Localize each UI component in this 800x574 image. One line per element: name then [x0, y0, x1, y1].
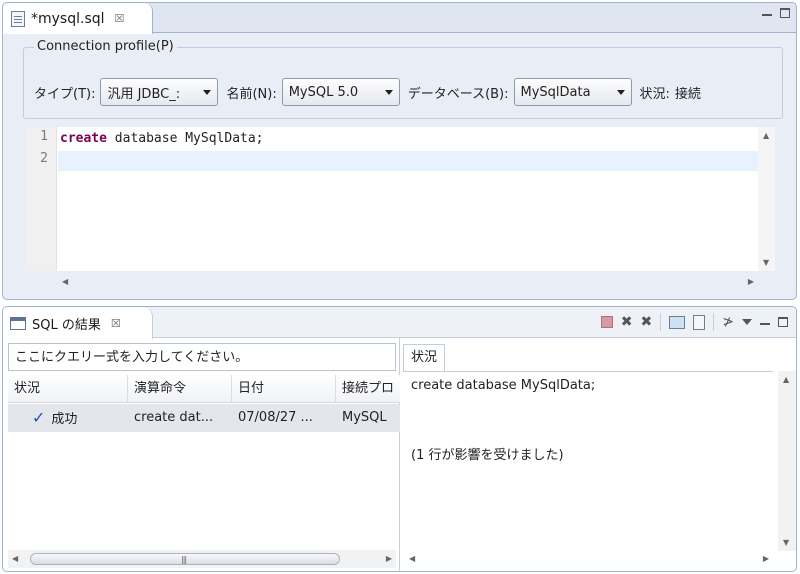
column-header-date[interactable]: 日付	[232, 375, 336, 403]
code-line[interactable]: create database MySqlData;	[58, 129, 758, 149]
stop-icon[interactable]	[600, 316, 613, 328]
results-tab-title: SQL の結果	[32, 317, 101, 333]
results-view-icon	[10, 316, 26, 330]
scroll-left-icon[interactable]: ◀	[409, 554, 415, 563]
detail-vertical-scrollbar[interactable]: ▲ ▼	[778, 371, 796, 551]
scroll-right-icon[interactable]: ▶	[386, 554, 392, 563]
query-filter-input[interactable]	[8, 343, 396, 371]
chevron-down-icon	[616, 89, 625, 95]
status-message-line: create database MySqlData;	[411, 378, 596, 393]
database-label: データベース(B):	[407, 86, 509, 102]
name-select-value: MySQL 5.0	[288, 84, 359, 100]
connection-profile-row: タイプ(T): 汎用 JDBC_: 名前(N): MySQL 5.0 データベー…	[34, 78, 706, 106]
maximize-icon[interactable]	[778, 317, 788, 327]
tab-mysql-sql[interactable]: *mysql.sql ☒	[3, 3, 153, 34]
status-message-line: (1 行が影響を受けました)	[411, 448, 564, 463]
name-select[interactable]: MySQL 5.0	[281, 78, 400, 106]
operation-cell: create dat...	[134, 410, 214, 425]
minimize-icon[interactable]	[762, 8, 772, 18]
scroll-right-icon[interactable]: ▶	[748, 277, 754, 286]
connection-profile-group: Connection profile(P) タイプ(T): 汎用 JDBC_: …	[23, 39, 783, 119]
status-text: 成功	[51, 412, 78, 427]
code-area[interactable]: create database MySqlData;	[58, 127, 758, 271]
remove-all-results-icon[interactable]: ✖	[641, 313, 653, 331]
column-header-operation[interactable]: 演算命令	[128, 375, 232, 403]
folder-icon[interactable]	[669, 315, 686, 329]
sql-file-icon	[11, 10, 25, 27]
editor-tab-bar: *mysql.sql ☒	[3, 3, 796, 34]
pin-icon[interactable]: ≯	[722, 313, 734, 331]
document-icon[interactable]	[693, 314, 706, 330]
type-select[interactable]: 汎用 JDBC_:	[100, 78, 219, 106]
sql-text-editor[interactable]: 1 2 create database MySqlData; ▲ ▼ ◀ ▶	[25, 127, 775, 286]
database-select[interactable]: MySqlData	[513, 78, 632, 106]
success-check-icon: ✓	[32, 408, 46, 427]
date-cell: 07/08/27 ...	[238, 410, 313, 425]
scroll-right-icon[interactable]: ▶	[763, 554, 769, 563]
scroll-left-icon[interactable]: ◀	[62, 277, 68, 286]
status-cell: ✓ 成功	[8, 404, 128, 432]
chevron-down-icon	[203, 89, 212, 95]
name-label: 名前(N):	[226, 86, 277, 102]
close-icon[interactable]: ☒	[111, 317, 121, 330]
type-select-value: 汎用 JDBC_:	[107, 86, 181, 102]
scroll-left-icon[interactable]: ◀	[12, 554, 18, 563]
table-row[interactable]: ✓ 成功 create dat... 07/08/27 ... MySQL	[8, 404, 400, 432]
tab-status[interactable]: 状況	[403, 344, 445, 371]
sql-results-view: SQL の結果 ☒ ✖ ✖ ≯ 状況 演算命令 日付 接続プロ ✓ 成功	[2, 306, 797, 572]
editor-view-controls	[762, 8, 790, 18]
scroll-up-icon[interactable]: ▲	[763, 131, 769, 140]
chevron-down-icon	[384, 89, 393, 95]
minimize-icon[interactable]	[760, 317, 770, 327]
detail-horizontal-scrollbar[interactable]: ◀ ▶	[403, 550, 775, 568]
status-message-area: create database MySqlData; (1 行が影響を受けました…	[403, 371, 773, 551]
tab-title: *mysql.sql	[31, 10, 105, 27]
connection-profile-legend: Connection profile(P)	[34, 39, 177, 54]
column-header-connection[interactable]: 接続プロ	[336, 375, 400, 403]
type-label: タイプ(T):	[34, 86, 96, 102]
scroll-down-icon[interactable]: ▼	[763, 258, 769, 267]
line-number: 1	[40, 129, 48, 144]
sql-editor-view: *mysql.sql ☒ Connection profile(P) タイプ(T…	[2, 2, 797, 300]
remove-result-icon[interactable]: ✖	[621, 313, 633, 331]
results-toolbar: ✖ ✖ ≯	[600, 313, 788, 331]
status-value: 接続	[674, 86, 701, 102]
current-code-line[interactable]	[58, 151, 758, 171]
results-table-header: 状況 演算命令 日付 接続プロ	[8, 375, 400, 403]
maximize-icon[interactable]	[780, 8, 790, 18]
line-number-gutter: 1 2	[25, 127, 57, 271]
database-select-value: MySqlData	[520, 84, 591, 100]
editor-horizontal-scrollbar[interactable]: ◀ ▶	[58, 273, 758, 291]
results-history-pane: 状況 演算命令 日付 接続プロ ✓ 成功 create dat... 07/08/…	[3, 338, 400, 571]
sql-text: database MySqlData;	[106, 131, 264, 146]
history-horizontal-scrollbar[interactable]: ◀ ||| ▶	[8, 550, 396, 568]
result-detail-pane: 状況 create database MySqlData; (1 行が影響を受け…	[401, 338, 796, 571]
sql-keyword: create	[60, 131, 107, 146]
view-menu-icon[interactable]	[742, 319, 752, 325]
scroll-up-icon[interactable]: ▲	[783, 375, 789, 384]
line-number: 2	[40, 151, 48, 166]
results-tab-bar: SQL の結果 ☒ ✖ ✖ ≯	[3, 307, 796, 339]
editor-vertical-scrollbar[interactable]: ▲ ▼	[758, 127, 775, 271]
status-label: 状況:	[639, 86, 670, 102]
grip-icon: |||	[181, 555, 187, 564]
scrollbar-thumb[interactable]: |||	[30, 553, 340, 565]
tab-sql-results[interactable]: SQL の結果 ☒	[3, 307, 153, 339]
scroll-down-icon[interactable]: ▼	[783, 538, 789, 547]
toolbar-separator	[713, 313, 715, 331]
connection-cell: MySQL	[342, 410, 387, 425]
close-icon[interactable]: ☒	[115, 12, 125, 25]
column-header-status[interactable]: 状況	[8, 375, 128, 403]
toolbar-separator	[660, 313, 662, 331]
